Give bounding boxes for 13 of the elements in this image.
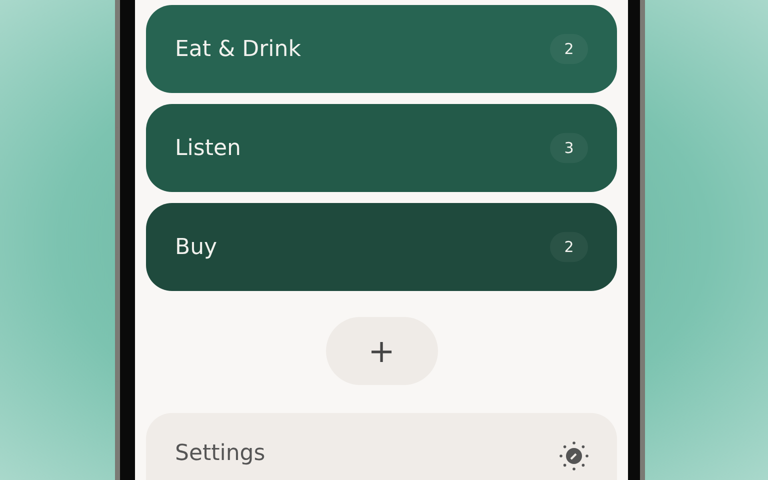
list-card[interactable]: Listen 3: [146, 104, 617, 192]
settings-label: Settings: [175, 441, 266, 466]
list-title: Eat & Drink: [175, 36, 301, 62]
list-title: Listen: [175, 136, 241, 160]
count-badge: 3: [550, 133, 588, 163]
list-card[interactable]: Buy 2: [146, 203, 617, 291]
settings-card[interactable]: Settings: [146, 413, 617, 480]
list-card[interactable]: Eat & Drink 2: [146, 5, 617, 93]
count-badge: 2: [550, 232, 588, 262]
count-badge: 2: [550, 34, 588, 64]
list-title: Buy: [175, 234, 218, 260]
add-button[interactable]: +: [326, 317, 438, 385]
sun-dial-icon[interactable]: [559, 441, 589, 471]
